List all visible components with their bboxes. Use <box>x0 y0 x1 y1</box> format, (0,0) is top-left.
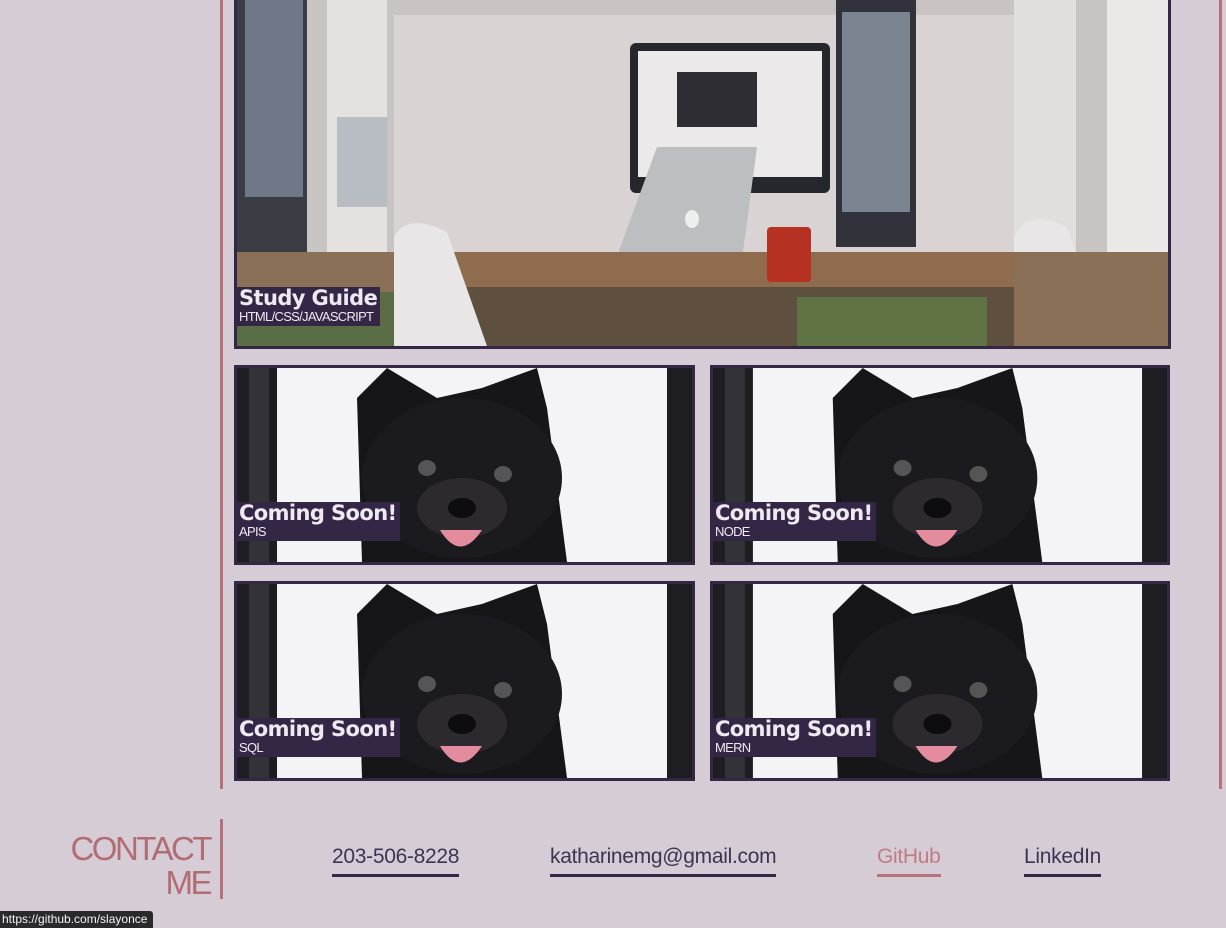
email-link[interactable]: katharinemg@gmail.com <box>550 845 777 877</box>
project-subtitle: SQL <box>239 740 264 755</box>
contact-divider-line <box>220 819 223 899</box>
project-caption: Coming Soon! APIS <box>237 502 400 541</box>
project-title: Coming Soon! <box>715 717 873 741</box>
project-subtitle: NODE <box>715 524 750 539</box>
project-subtitle: HTML/CSS/JAVASCRIPT <box>239 309 374 324</box>
contact-heading: CONTACT ME <box>70 830 213 901</box>
project-caption: Coming Soon! NODE <box>713 502 876 541</box>
phone-link[interactable]: 203-506-8228 <box>332 845 459 877</box>
project-card-mern[interactable]: Coming Soon! MERN <box>710 581 1170 781</box>
project-card-apis[interactable]: Coming Soon! APIS <box>234 365 695 565</box>
project-title: Coming Soon! <box>715 501 873 525</box>
project-title: Coming Soon! <box>239 501 397 525</box>
project-card-node[interactable]: Coming Soon! NODE <box>710 365 1170 565</box>
contact-heading-line1: CONTACT <box>70 830 212 867</box>
project-caption: Coming Soon! SQL <box>237 718 400 757</box>
github-link[interactable]: GitHub <box>877 845 941 877</box>
linkedin-link[interactable]: LinkedIn <box>1024 845 1101 877</box>
divider-line <box>220 0 223 789</box>
right-divider-line <box>1219 0 1222 789</box>
project-card-study-guide[interactable]: Study Guide HTML/CSS/JAVASCRIPT <box>234 0 1171 349</box>
project-card-sql[interactable]: Coming Soon! SQL <box>234 581 695 781</box>
project-title: Coming Soon! <box>239 717 397 741</box>
project-caption: Coming Soon! MERN <box>713 718 876 757</box>
project-subtitle: APIS <box>239 524 267 539</box>
project-subtitle: MERN <box>715 740 751 755</box>
status-bar-url: https://github.com/slayonce <box>0 911 154 928</box>
project-title: Study Guide <box>239 286 378 310</box>
project-caption: Study Guide HTML/CSS/JAVASCRIPT <box>237 286 381 326</box>
contact-heading-line2: ME <box>165 864 213 901</box>
